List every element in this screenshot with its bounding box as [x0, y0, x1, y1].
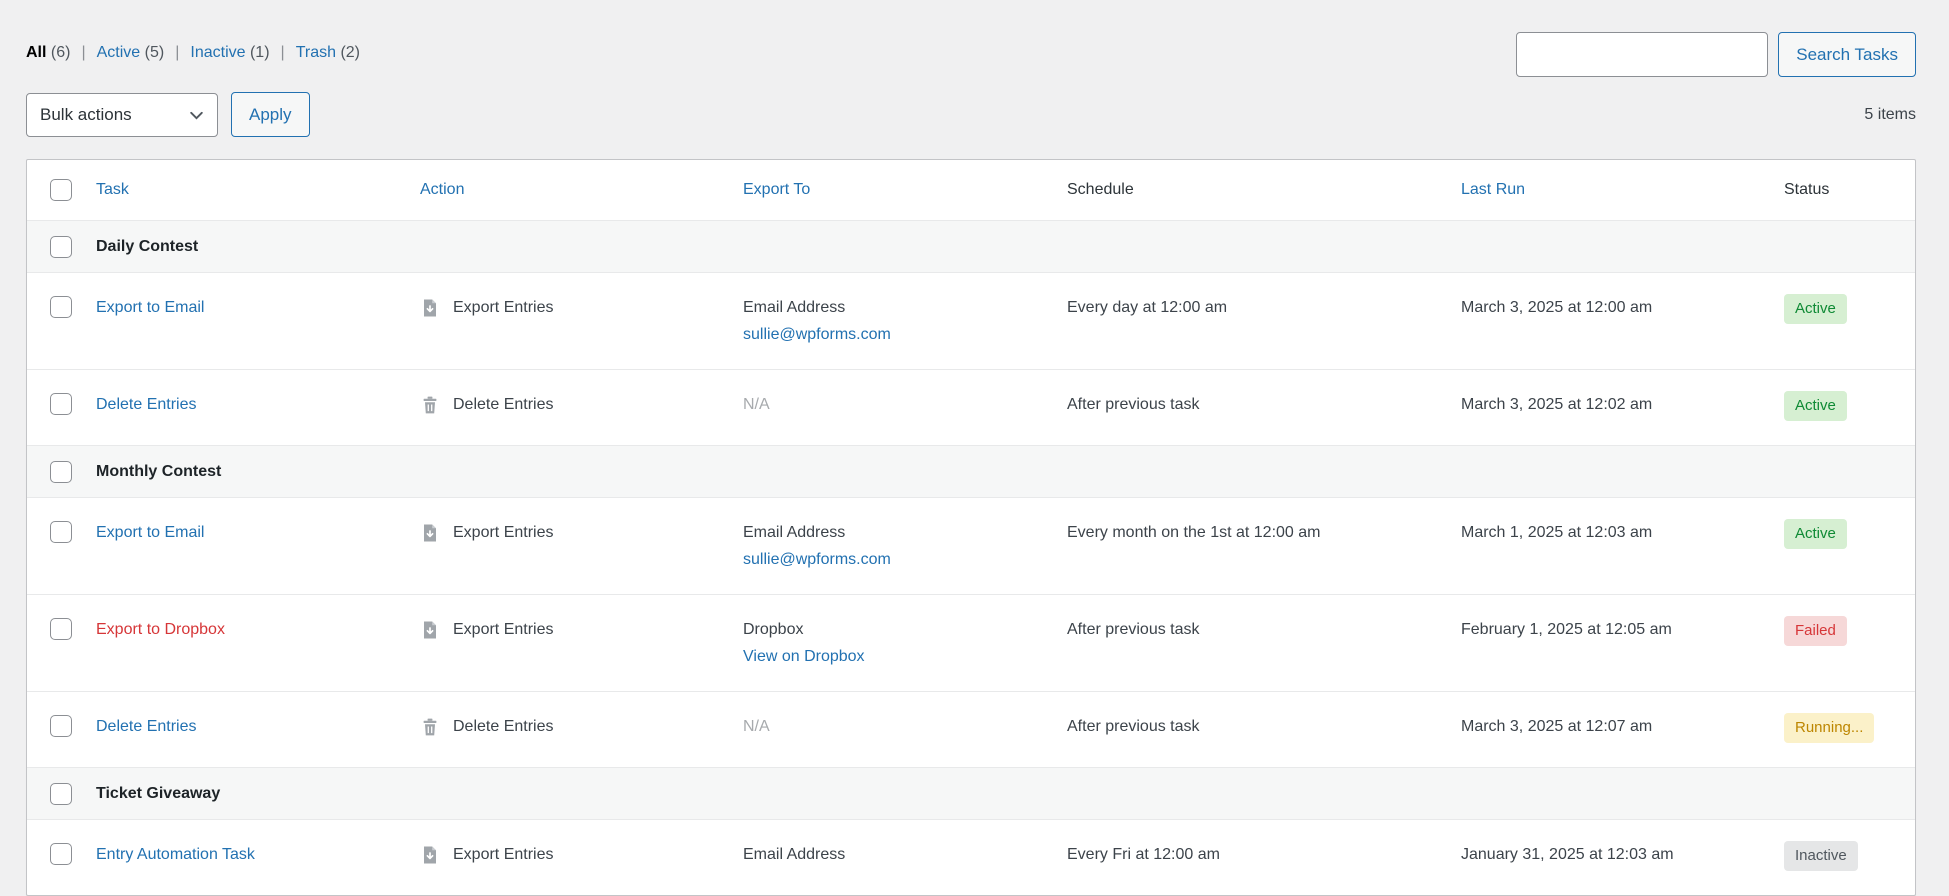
status-badge: Inactive: [1784, 841, 1858, 871]
filter-all[interactable]: All (6): [26, 44, 70, 62]
search-tasks-button[interactable]: Search Tasks: [1778, 32, 1916, 77]
column-header-schedule: Schedule: [1067, 181, 1134, 198]
status-badge: Active: [1784, 519, 1847, 549]
export-destination-link[interactable]: sullie@wpforms.com: [743, 326, 891, 343]
schedule-text: Every day at 12:00 am: [1067, 294, 1461, 321]
export-destination: N/A: [743, 391, 1067, 418]
last-run-text: January 31, 2025 at 12:03 am: [1461, 841, 1784, 868]
tasks-table: Task Action Export To Schedule Last Run …: [26, 159, 1916, 896]
trash-icon: [420, 395, 440, 424]
table-row: Delete Entries Delete Entries N/A After …: [27, 369, 1915, 445]
column-header-export-to[interactable]: Export To: [743, 181, 810, 198]
task-name-link[interactable]: Export to Email: [96, 299, 204, 316]
table-row: Delete Entries Delete Entries N/A After …: [27, 691, 1915, 767]
task-name-link[interactable]: Export to Email: [96, 524, 204, 541]
column-header-action[interactable]: Action: [420, 181, 464, 198]
row-checkbox[interactable]: [50, 618, 72, 640]
filter-inactive-label: Inactive: [190, 44, 245, 61]
file-download-icon: [420, 523, 440, 552]
group-checkbox[interactable]: [50, 236, 72, 258]
last-run-text: March 3, 2025 at 12:07 am: [1461, 713, 1784, 740]
action-label: Export Entries: [453, 294, 553, 321]
group-checkbox[interactable]: [50, 783, 72, 805]
schedule-text: Every month on the 1st at 12:00 am: [1067, 519, 1461, 546]
file-download-icon: [420, 620, 440, 649]
bulk-actions-select[interactable]: Bulk actions: [26, 93, 218, 137]
filter-active[interactable]: Active (5): [97, 44, 165, 62]
filter-separator: |: [281, 44, 285, 62]
table-header-row: Task Action Export To Schedule Last Run …: [27, 160, 1915, 220]
status-badge: Active: [1784, 391, 1847, 421]
action-label: Export Entries: [453, 841, 553, 868]
last-run-text: March 3, 2025 at 12:02 am: [1461, 391, 1784, 418]
group-row-monthly-contest: Monthly Contest: [27, 445, 1915, 497]
column-header-task[interactable]: Task: [96, 181, 129, 198]
export-destination: Email Address: [743, 519, 1067, 546]
action-label: Delete Entries: [453, 391, 554, 418]
filter-separator: |: [175, 44, 179, 62]
filter-inactive-count: (1): [250, 44, 270, 61]
export-destination: Dropbox: [743, 616, 1067, 643]
apply-button[interactable]: Apply: [231, 92, 310, 137]
table-row: Export to Email Export Entries Email Add…: [27, 272, 1915, 369]
action-label: Export Entries: [453, 616, 553, 643]
search-input[interactable]: [1516, 32, 1768, 77]
task-name-link[interactable]: Delete Entries: [96, 396, 197, 413]
table-row: Entry Automation Task Export Entries Ema…: [27, 819, 1915, 895]
export-destination-link[interactable]: sullie@wpforms.com: [743, 551, 891, 568]
filter-active-count: (5): [145, 44, 165, 61]
task-name-link[interactable]: Export to Dropbox: [96, 621, 225, 638]
column-header-last-run[interactable]: Last Run: [1461, 181, 1525, 198]
view-on-dropbox-link[interactable]: View on Dropbox: [743, 648, 865, 665]
group-title: Monthly Contest: [96, 463, 1915, 481]
top-bar: All (6) | Active (5) | Inactive (1) | Tr…: [26, 32, 1916, 77]
status-badge: Running...: [1784, 713, 1874, 743]
filter-trash-label: Trash: [296, 44, 336, 61]
trash-icon: [420, 717, 440, 746]
group-checkbox[interactable]: [50, 461, 72, 483]
filter-separator: |: [81, 44, 85, 62]
schedule-text: After previous task: [1067, 616, 1461, 643]
row-checkbox[interactable]: [50, 843, 72, 865]
row-checkbox[interactable]: [50, 715, 72, 737]
schedule-text: Every Fri at 12:00 am: [1067, 841, 1461, 868]
task-name-link[interactable]: Delete Entries: [96, 718, 197, 735]
last-run-text: March 3, 2025 at 12:00 am: [1461, 294, 1784, 321]
schedule-text: After previous task: [1067, 713, 1461, 740]
status-badge: Active: [1784, 294, 1847, 324]
group-title: Daily Contest: [96, 238, 1915, 256]
group-row-ticket-giveaway: Ticket Giveaway: [27, 767, 1915, 819]
items-count: 5 items: [1864, 106, 1916, 124]
status-badge: Failed: [1784, 616, 1847, 646]
last-run-text: February 1, 2025 at 12:05 am: [1461, 616, 1784, 643]
filter-inactive[interactable]: Inactive (1): [190, 44, 269, 62]
search-area: Search Tasks: [1516, 32, 1916, 77]
file-download-icon: [420, 298, 440, 327]
row-checkbox[interactable]: [50, 296, 72, 318]
row-checkbox[interactable]: [50, 393, 72, 415]
action-label: Export Entries: [453, 519, 553, 546]
filter-trash-count: (2): [340, 44, 360, 61]
group-title: Ticket Giveaway: [96, 785, 1915, 803]
export-destination: Email Address: [743, 294, 1067, 321]
select-all-checkbox[interactable]: [50, 179, 72, 201]
controls-bar: Bulk actions Apply 5 items: [26, 92, 1916, 137]
action-label: Delete Entries: [453, 713, 554, 740]
row-checkbox[interactable]: [50, 521, 72, 543]
table-row: Export to Dropbox Export Entries Dropbox…: [27, 594, 1915, 691]
export-destination: N/A: [743, 713, 1067, 740]
task-name-link[interactable]: Entry Automation Task: [96, 846, 255, 863]
status-filter-links: All (6) | Active (5) | Inactive (1) | Tr…: [26, 32, 360, 62]
filter-all-label: All: [26, 44, 46, 61]
filter-all-count: (6): [51, 44, 71, 61]
column-header-status: Status: [1784, 181, 1829, 198]
filter-active-label: Active: [97, 44, 141, 61]
table-row: Export to Email Export Entries Email Add…: [27, 497, 1915, 594]
export-destination: Email Address: [743, 841, 1067, 868]
bulk-actions-group: Bulk actions Apply: [26, 92, 310, 137]
filter-trash[interactable]: Trash (2): [296, 44, 360, 62]
group-row-daily-contest: Daily Contest: [27, 220, 1915, 272]
last-run-text: March 1, 2025 at 12:03 am: [1461, 519, 1784, 546]
schedule-text: After previous task: [1067, 391, 1461, 418]
